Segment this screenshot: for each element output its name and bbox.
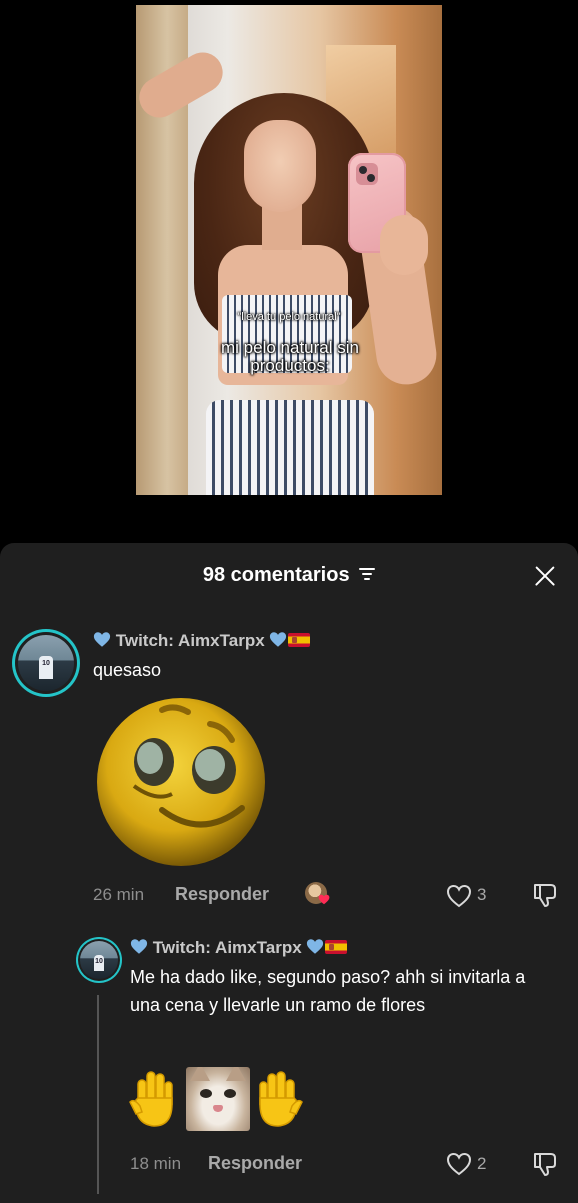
comment-username[interactable]: Twitch: AimxTarpx bbox=[130, 938, 348, 958]
comment-username[interactable]: Twitch: AimxTarpx bbox=[93, 631, 311, 651]
spain-flag-icon bbox=[288, 633, 311, 647]
video-person-face bbox=[244, 120, 316, 212]
blue-heart-icon bbox=[307, 939, 324, 954]
like-heart-icon[interactable] bbox=[446, 884, 472, 908]
blue-heart-icon bbox=[130, 939, 148, 954]
comment-username-text: Twitch: AimxTarpx bbox=[115, 631, 265, 650]
relieved-face-sticker bbox=[97, 698, 265, 866]
reply-button[interactable]: Responder bbox=[175, 884, 269, 905]
like-heart-icon[interactable] bbox=[446, 1152, 472, 1176]
video-person-pants bbox=[206, 400, 374, 495]
video-person-hand bbox=[380, 215, 428, 275]
filter-icon[interactable] bbox=[359, 567, 376, 580]
comment-time: 18 min bbox=[130, 1154, 182, 1173]
raised-hand-icon bbox=[129, 1071, 173, 1127]
video-player[interactable]: "lleva tu pelo natural" mi pelo natural … bbox=[136, 5, 442, 495]
raised-hand-icon bbox=[259, 1071, 303, 1127]
comment-time: 26 min bbox=[93, 885, 145, 904]
like-count: 2 bbox=[477, 1154, 487, 1173]
comment-username-text: Twitch: AimxTarpx bbox=[152, 938, 302, 957]
avatar[interactable] bbox=[12, 629, 80, 697]
video-caption-small: "lleva tu pelo natural" bbox=[237, 311, 341, 323]
like-count: 3 bbox=[477, 885, 487, 904]
dislike-icon[interactable] bbox=[531, 1150, 559, 1178]
cat-sticker bbox=[186, 1067, 250, 1131]
comment-text: Me ha dado like, segundo paso? ahh si in… bbox=[130, 967, 526, 1015]
dislike-icon[interactable] bbox=[531, 881, 559, 909]
close-icon[interactable] bbox=[534, 565, 556, 587]
creator-like-heart-icon bbox=[318, 894, 330, 905]
blue-heart-icon bbox=[270, 632, 287, 647]
comment-text: quesaso bbox=[93, 660, 162, 680]
comments-count[interactable]: 98 comentarios bbox=[0, 564, 578, 587]
spain-flag-icon bbox=[325, 940, 348, 954]
comments-count-label: 98 comentarios bbox=[202, 564, 350, 586]
thread-line bbox=[97, 995, 99, 1194]
video-caption-large: mi pelo natural sin productos: bbox=[221, 338, 359, 375]
comments-header: 98 comentarios bbox=[0, 543, 578, 607]
avatar[interactable] bbox=[76, 937, 122, 983]
reply-button[interactable]: Responder bbox=[208, 1153, 302, 1174]
blue-heart-icon bbox=[93, 632, 111, 647]
